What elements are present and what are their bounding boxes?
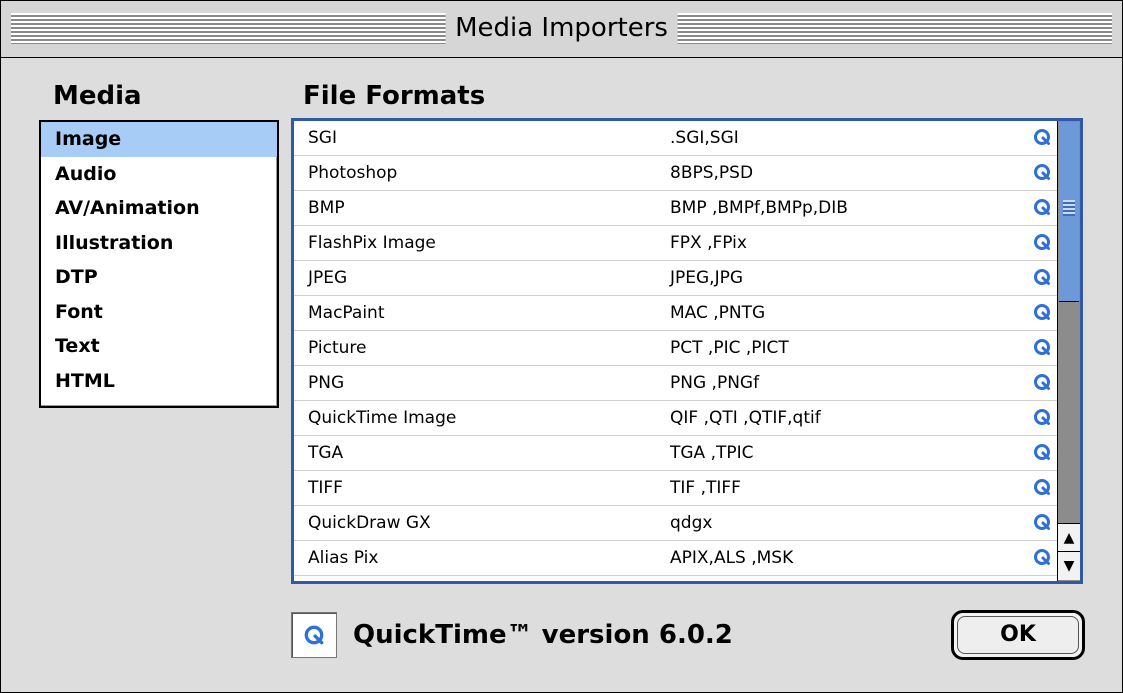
media-list: Image Audio AV/Animation Illustration DTP Fon…: [39, 120, 279, 408]
quicktime-icon: [1032, 407, 1052, 427]
format-row[interactable]: Alias Pix APIX,ALS ,MSK: [294, 541, 1058, 576]
format-extensions: PNG ,PNGf: [670, 373, 760, 393]
format-row[interactable]: QuickTime Image QIF ,QTI ,QTIF,qtif: [294, 401, 1058, 436]
format-name: Picture: [308, 338, 367, 358]
format-extensions: APIX,ALS ,MSK: [670, 548, 794, 568]
format-row[interactable]: Picture PCT ,PIC ,PICT: [294, 331, 1058, 366]
scroll-thumb[interactable]: [1059, 122, 1079, 302]
format-extensions: BMP ,BMPf,BMPp,DIB: [670, 198, 848, 218]
format-extensions: MAC ,PNTG: [670, 303, 766, 323]
scroll-thumb-grip: [1063, 200, 1075, 216]
quicktime-icon: [1032, 232, 1052, 252]
format-name: JPEG: [308, 268, 348, 288]
quicktime-icon: [1032, 372, 1052, 392]
media-item-image[interactable]: Image: [41, 122, 277, 157]
quicktime-icon: [1032, 337, 1052, 357]
quicktime-icon: [1032, 197, 1052, 217]
scroll-down-button[interactable]: ▼: [1058, 551, 1080, 580]
format-name: QuickTime Image: [308, 408, 457, 428]
media-item-html[interactable]: HTML: [41, 364, 277, 399]
ok-button[interactable]: OK: [951, 610, 1085, 660]
ok-button-label: OK: [957, 616, 1079, 654]
media-item-audio[interactable]: Audio: [41, 157, 277, 192]
media-item-illustration[interactable]: Illustration: [41, 226, 277, 261]
quicktime-icon: [1032, 162, 1052, 182]
format-extensions: .SGI,SGI: [670, 128, 739, 148]
media-item-av-animation[interactable]: AV/Animation: [41, 191, 277, 226]
quicktime-icon: [1032, 267, 1052, 287]
format-row[interactable]: JPEG JPEG,JPG: [294, 261, 1058, 296]
format-extensions: 8BPS,PSD: [670, 163, 754, 183]
media-item-dtp[interactable]: DTP: [41, 260, 277, 295]
format-name: TIFF: [308, 478, 343, 498]
quicktime-icon: [1032, 477, 1052, 497]
format-name: SGI: [308, 128, 337, 148]
format-row[interactable]: TGA TGA ,TPIC: [294, 436, 1058, 471]
media-item-text[interactable]: Text: [41, 329, 277, 364]
format-row[interactable]: FlashPix Image FPX ,FPix: [294, 226, 1058, 261]
format-extensions: FPX ,FPix: [670, 233, 747, 253]
scroll-up-button[interactable]: ▲: [1058, 523, 1080, 552]
file-formats-heading: File Formats: [303, 81, 486, 111]
format-name: Alias Pix: [308, 548, 379, 568]
file-formats-list: SGI .SGI,SGI Photoshop 8BPS,PSD BMP BMP ,BMPf…: [291, 118, 1083, 584]
format-extensions: JPEG,JPG: [670, 268, 744, 288]
file-formats-rows: SGI .SGI,SGI Photoshop 8BPS,PSD BMP BMP ,BMPf…: [294, 121, 1058, 581]
vertical-scrollbar[interactable]: ▲ ▼: [1057, 121, 1080, 581]
format-name: FlashPix Image: [308, 233, 436, 253]
format-name: Photoshop: [308, 163, 398, 183]
format-row[interactable]: QuickDraw GX qdgx: [294, 506, 1058, 541]
format-row[interactable]: Photoshop 8BPS,PSD: [294, 156, 1058, 191]
window-title: Media Importers: [445, 9, 678, 47]
format-row[interactable]: PNG PNG ,PNGf: [294, 366, 1058, 401]
quicktime-icon: [1032, 547, 1052, 567]
format-extensions: QIF ,QTI ,QTIF,qtif: [670, 408, 821, 428]
format-name: TGA: [308, 443, 344, 463]
format-extensions: qdgx: [670, 513, 713, 533]
format-extensions: PCT ,PIC ,PICT: [670, 338, 789, 358]
quicktime-logo-icon: [291, 612, 337, 658]
format-row[interactable]: TIFF TIF ,TIFF: [294, 471, 1058, 506]
format-name: BMP: [308, 198, 345, 218]
quicktime-icon: [1032, 512, 1052, 532]
format-name: QuickDraw GX: [308, 513, 431, 533]
media-importers-window: Media Importers Media File Formats Image…: [0, 0, 1123, 693]
quicktime-icon: [1032, 302, 1052, 322]
quicktime-icon: [1032, 127, 1052, 147]
quicktime-icon: [1032, 442, 1052, 462]
format-row[interactable]: SGI .SGI,SGI: [294, 121, 1058, 156]
format-row[interactable]: MacPaint MAC ,PNTG: [294, 296, 1058, 331]
media-heading: Media: [53, 81, 142, 111]
quicktime-version-label: QuickTime™ version 6.0.2: [353, 620, 733, 650]
format-name: MacPaint: [308, 303, 385, 323]
format-extensions: TGA ,TPIC: [670, 443, 754, 463]
format-extensions: TIF ,TIFF: [670, 478, 741, 498]
media-item-font[interactable]: Font: [41, 295, 277, 330]
title-bar[interactable]: Media Importers: [1, 1, 1122, 58]
format-row[interactable]: BMP BMP ,BMPf,BMPp,DIB: [294, 191, 1058, 226]
format-name: PNG: [308, 373, 345, 393]
